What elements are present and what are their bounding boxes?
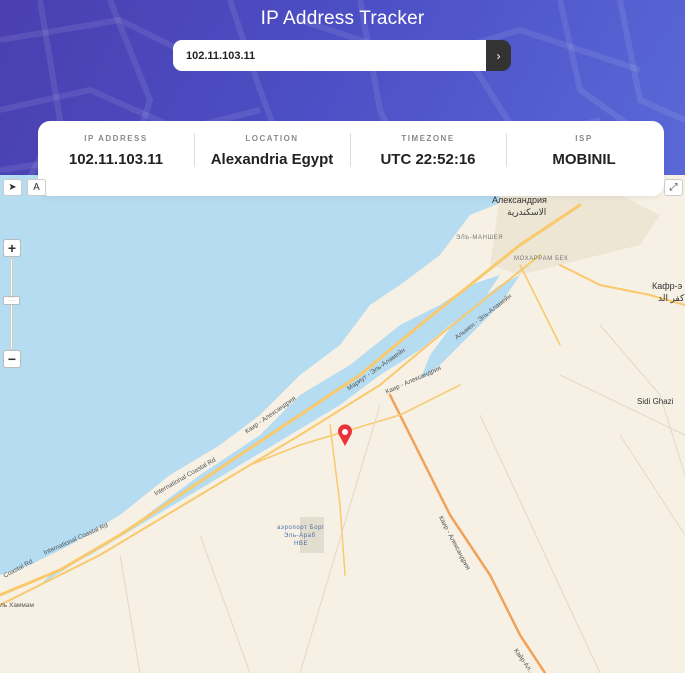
timezone-section: TIMEZONE UTC 22:52:16	[350, 133, 506, 196]
road-desert	[388, 393, 547, 673]
isp-section: ISP MOBINIL	[506, 133, 662, 196]
map-canvas[interactable]	[0, 175, 685, 673]
label-airport-2: Эль-Араб	[284, 533, 316, 539]
road-inner-2	[329, 424, 346, 576]
search-bar: ›	[173, 40, 511, 71]
location-value: Alexandria Egypt	[210, 151, 334, 168]
label-kafr-ar: كفر الد	[658, 293, 685, 303]
label-alexandria-ar: الاسكندرية	[507, 207, 547, 217]
label-moharram-bek: МОХАРРАМ БЕК	[514, 256, 569, 262]
ip-address-section: IP ADDRESS 102.11.103.11	[38, 133, 194, 196]
zoom-slider-thumb[interactable]: ::::	[3, 296, 20, 305]
ip-search-input[interactable]	[173, 40, 486, 71]
label-airport-code: HBE	[294, 541, 309, 547]
ip-address-value: 102.11.103.11	[68, 151, 164, 168]
expand-icon[interactable]: ⤢	[664, 179, 683, 196]
info-card: IP ADDRESS 102.11.103.11 LOCATION Alexan…	[38, 121, 664, 196]
timezone-label: TIMEZONE	[401, 134, 455, 143]
road-north	[519, 264, 561, 346]
search-submit-button[interactable]: ›	[486, 40, 511, 71]
label-kafr: Кафр-э	[652, 281, 683, 291]
isp-label: ISP	[575, 134, 593, 143]
label-hammam: ль Хаммам	[0, 602, 34, 609]
ip-tracker-page: IP Address Tracker ›	[0, 0, 685, 673]
label-sidi-ghazi: Sidi Ghazi	[637, 397, 674, 406]
ip-address-label: IP ADDRESS	[84, 134, 148, 143]
isp-value: MOBINIL	[552, 151, 616, 168]
location-label: LOCATION	[245, 134, 299, 143]
timezone-value: UTC 22:52:16	[380, 151, 476, 168]
navigation-arrow-icon[interactable]: ➤	[3, 179, 22, 196]
label-alexandria: Александрия	[492, 195, 547, 205]
page-title: IP Address Tracker	[260, 8, 425, 29]
zoom-out-button[interactable]: −	[3, 350, 21, 368]
map-view[interactable]: ➤ A ⤢ + :::: − Александрия الاسكندرية ЭЛ…	[0, 175, 685, 673]
label-airport: аэропорт Борг	[277, 525, 325, 531]
layers-button[interactable]: A	[27, 179, 46, 196]
chevron-right-icon: ›	[496, 48, 501, 63]
label-el-manshi: ЭЛЬ-МАНШЕЯ	[456, 235, 504, 241]
location-section: LOCATION Alexandria Egypt	[194, 133, 350, 196]
map-pin-icon[interactable]	[338, 424, 352, 446]
zoom-in-button[interactable]: +	[3, 239, 21, 257]
